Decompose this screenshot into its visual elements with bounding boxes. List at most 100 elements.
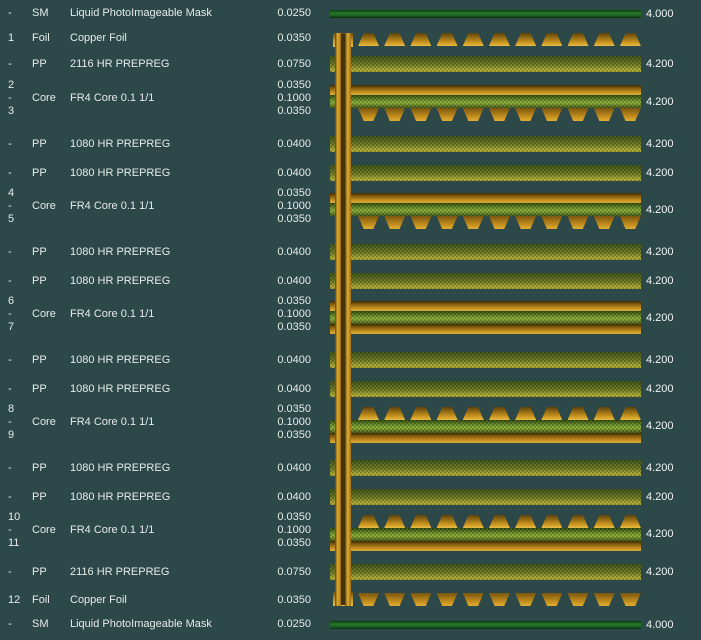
copper-trace [410,407,432,420]
layer-thickness: 0.0350 [277,594,311,606]
core-bar [330,203,641,216]
layer-graphic [330,588,641,612]
layer-type: SM [32,7,49,19]
copper-trace [488,108,510,121]
copper-trace [515,515,537,528]
copper-trace [410,108,432,121]
layer-type: PP [32,354,47,366]
soldermask-bar [330,10,641,18]
layer-er-value: 4.000 [646,8,674,20]
prepreg-bar [330,56,641,72]
layer-er-value: 4.200 [646,204,674,216]
core-bar [330,528,641,541]
copper-trace [541,108,563,121]
layer-er-value: 4.200 [646,275,674,287]
copper-trace [384,216,406,229]
layer-type: PP [32,138,47,150]
copper-trace [410,515,432,528]
copper-trace-band [358,108,641,121]
layer-type: PP [32,275,47,287]
layer-number: - [8,566,12,578]
layer-thickness: 0.0350 0.1000 0.0350 [277,511,311,549]
stackup-row-soldermask-top[interactable]: - SM Liquid PhotoImageable Mask 0.0250 4… [0,2,701,24]
layer-er-value: 4.200 [646,354,674,366]
copper-trace [436,216,458,229]
layer-thickness: 0.0400 [277,491,311,503]
copper-trace [436,33,458,46]
layer-er-value: 4.200 [646,491,674,503]
copper-trace [358,515,379,528]
copper-trace [567,108,589,121]
layer-graphic [330,187,641,229]
copper-trace [593,33,615,46]
layer-type: PP [32,566,47,578]
layer-er-value: 4.000 [646,619,674,631]
layer-graphic [330,377,641,401]
layer-er-value: 4.200 [646,167,674,179]
copper-trace [567,593,589,606]
layer-er-value: 4.200 [646,528,674,540]
layer-graphic [330,2,641,24]
layer-er-value: 4.200 [646,462,674,474]
copper-trace [515,593,537,606]
copper-plane-bar [330,541,641,551]
layer-number: - [8,383,12,395]
layer-number: - [8,7,12,19]
copper-trace [567,407,589,420]
copper-plane-bar [330,85,641,95]
copper-trace [462,216,484,229]
copper-plane-bar [330,301,641,311]
copper-trace [436,593,458,606]
copper-trace [619,108,641,121]
copper-trace [384,108,406,121]
copper-plane-bar [330,193,641,203]
copper-trace-band [358,407,641,420]
copper-trace [593,216,615,229]
prepreg-bar [330,489,641,505]
layer-thickness: 0.0400 [277,383,311,395]
layer-graphic [330,295,641,337]
layer-number: 6 - 7 [8,295,15,333]
copper-trace [593,407,615,420]
copper-trace [567,515,589,528]
layer-type: SM [32,618,49,630]
copper-trace [488,515,510,528]
layer-number: 8 - 9 [8,403,15,441]
copper-trace [384,33,406,46]
layer-thickness: 0.0250 [277,7,311,19]
layer-type: PP [32,246,47,258]
stackup-row-soldermask-bottom[interactable]: - SM Liquid PhotoImageable Mask 0.0250 4… [0,613,701,635]
copper-trace [462,33,484,46]
layer-type: PP [32,58,47,70]
layer-number: - [8,275,12,287]
layer-thickness: 0.0350 [277,32,311,44]
layer-er-value: 4.200 [646,420,674,432]
layer-thickness: 0.0400 [277,246,311,258]
layer-type: PP [32,167,47,179]
prepreg-bar [330,564,641,580]
copper-trace [410,216,432,229]
copper-trace [462,593,484,606]
copper-plane-bar [330,324,641,334]
prepreg-bar [330,165,641,181]
layer-number: - [8,491,12,503]
copper-trace-band [358,593,641,606]
layer-graphic [330,511,641,553]
layer-graphic [330,269,641,293]
layer-thickness: 0.0750 [277,58,311,70]
layer-number: 10 - 11 [8,511,21,549]
copper-trace [358,108,379,121]
via-wall-left [335,33,341,606]
copper-trace [410,593,432,606]
layer-number: - [8,167,12,179]
copper-trace [515,407,537,420]
layer-graphic [330,161,641,185]
copper-trace [358,33,379,46]
layer-type: Foil [32,594,50,606]
copper-trace [488,407,510,420]
copper-trace [619,33,641,46]
layer-er-value: 4.200 [646,383,674,395]
layer-type: Core [32,416,56,428]
copper-trace [410,33,432,46]
copper-trace [541,515,563,528]
